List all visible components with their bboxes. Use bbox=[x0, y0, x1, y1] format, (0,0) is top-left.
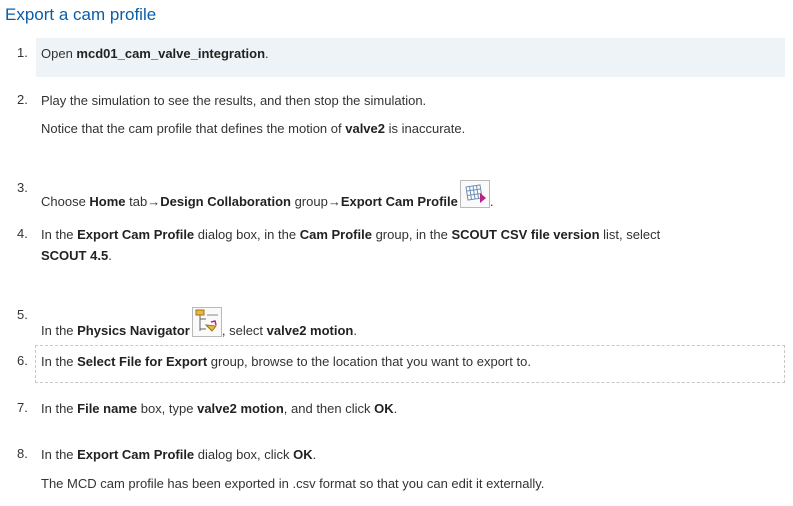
physics-navigator-icon bbox=[191, 307, 222, 341]
step-7-text: In the File name box, type valve2 motion… bbox=[41, 401, 398, 416]
step-number: 5. bbox=[17, 307, 28, 322]
step-number: 3. bbox=[17, 180, 28, 195]
step-number: 2. bbox=[17, 92, 28, 107]
export-cam-profile-icon bbox=[459, 180, 490, 212]
step-4-text-cont: SCOUT 4.5. bbox=[41, 248, 112, 263]
step-number: 8. bbox=[17, 446, 28, 461]
step-8-note: The MCD cam profile has been exported in… bbox=[41, 476, 545, 491]
step-number: 1. bbox=[17, 45, 28, 60]
step-6-text: In the Select File for Export group, bro… bbox=[41, 354, 531, 369]
step-1-text: Open mcd01_cam_valve_integration. bbox=[41, 46, 269, 61]
step-5-text: In the Physics Navigator, select valve2 … bbox=[41, 307, 357, 341]
step-number: 7. bbox=[17, 400, 28, 415]
step-number: 4. bbox=[17, 226, 28, 241]
step-2-text: Play the simulation to see the results, … bbox=[41, 93, 427, 108]
step-3-text: Choose Home tab→Design Collaboration gro… bbox=[41, 180, 494, 212]
step-2-note: Notice that the cam profile that defines… bbox=[41, 121, 466, 136]
page-title: Export a cam profile bbox=[5, 5, 157, 24]
step-number: 6. bbox=[17, 353, 28, 368]
step-4-text: In the Export Cam Profile dialog box, in… bbox=[41, 227, 661, 242]
step-8-text: In the Export Cam Profile dialog box, cl… bbox=[41, 447, 317, 462]
